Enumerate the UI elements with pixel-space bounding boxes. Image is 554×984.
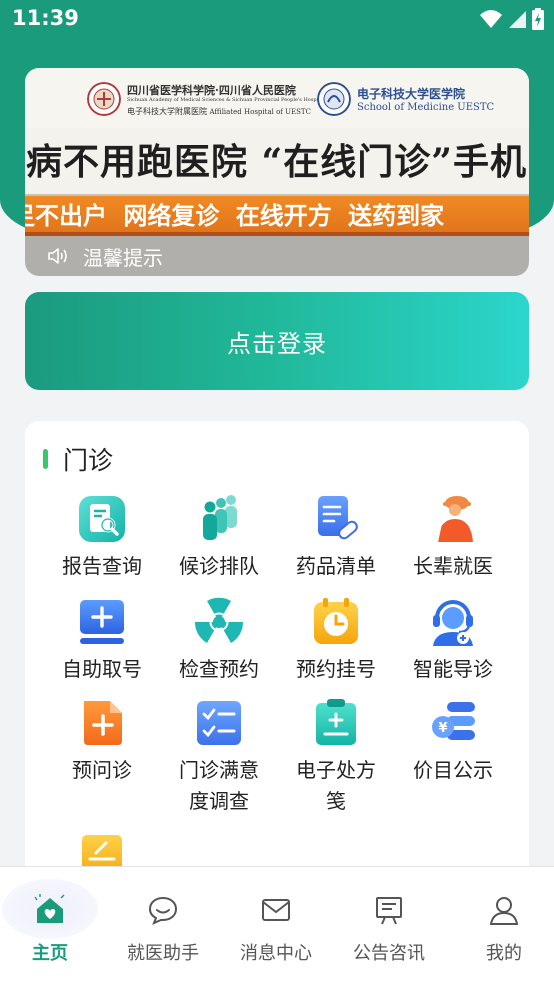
service-label: 自助取号 [62, 657, 142, 681]
banner-headline-wrap: 看病不用跑医院 “在线门诊”手机 [25, 132, 529, 192]
service-elder-care[interactable]: 长辈就医 [390, 493, 516, 582]
section-accent-bar [43, 449, 48, 469]
tab-label: 就医助手 [127, 943, 199, 964]
tab-message-center[interactable]: 消息中心 [221, 867, 331, 984]
tab-mine[interactable]: 我的 [449, 867, 554, 984]
outpatient-section: 门诊 报告查询 候诊排队 药品清单 长辈就医 自助取号 检查预约 预约挂号 智能… [25, 421, 529, 901]
service-label: 价目公示 [413, 758, 493, 782]
banner-notice-text: 温馨提示 [83, 245, 163, 270]
pre-consult-icon [84, 701, 122, 745]
service-medicine-list[interactable]: 药品清单 [273, 493, 399, 582]
battery-icon [532, 8, 544, 30]
service-report-query[interactable]: 报告查询 [39, 493, 165, 582]
university-logo-icon [317, 82, 351, 116]
service-smart-guide[interactable]: 智能导诊 [390, 596, 516, 685]
tab-medical-assistant[interactable]: 就医助手 [108, 867, 218, 984]
banner-institution-2: 电子科技大学附属医院 [127, 107, 207, 116]
tab-label: 我的 [486, 943, 522, 964]
banner-institution-3-en: School of Medicine UESTC [357, 102, 495, 113]
service-label: 长辈就医 [413, 554, 493, 578]
banner-notice-bar[interactable]: 温馨提示 [25, 236, 529, 276]
service-label: 电子处方笺 [296, 758, 376, 813]
bottom-navigation: 主页 就医助手 消息中心 公告咨讯 我的 [0, 866, 554, 984]
service-price-list[interactable]: ¥ 价目公示 [390, 697, 516, 786]
service-label: 候诊排队 [179, 554, 259, 578]
service-label: 预问诊 [72, 758, 132, 782]
elder-care-icon [435, 496, 473, 543]
login-button-label: 点击登录 [227, 329, 327, 358]
service-label: 报告查询 [62, 554, 142, 578]
speaker-icon [47, 246, 69, 266]
e-prescription-icon [316, 699, 356, 745]
promo-banner[interactable]: 四川省医学科学院·四川省人民医院 Sichuan Academy of Medi… [25, 68, 529, 276]
status-time: 11:39 [12, 6, 79, 30]
tab-label: 公告咨讯 [353, 943, 425, 964]
service-appointment-registration[interactable]: 预约挂号 [273, 596, 399, 685]
status-bar: 11:39 [0, 0, 554, 38]
service-exam-appointment[interactable]: 检查预约 [156, 596, 282, 685]
banner-institution-1-en: Sichuan Academy of Medical Sciences & Si… [127, 97, 325, 103]
price-list-icon: ¥ [432, 702, 475, 740]
tab-home[interactable]: 主页 [0, 867, 100, 984]
service-label: 门诊满意度调查 [179, 758, 259, 813]
chat-bubble-icon [148, 896, 178, 925]
banner-slogan-strip: 足不出户 网络复诊 在线开方 送药到家 [25, 194, 529, 236]
appointment-clock-icon [314, 598, 358, 644]
service-waiting-queue[interactable]: 候诊排队 [156, 493, 282, 582]
report-search-icon [79, 496, 125, 542]
status-icons [480, 8, 544, 30]
section-title: 门诊 [63, 446, 114, 475]
banner-institution-1: 四川省医学科学院·四川省人民医院 [127, 84, 296, 97]
user-profile-icon [489, 897, 519, 925]
login-button[interactable]: 点击登录 [25, 292, 529, 390]
service-pre-consultation[interactable]: 预问诊 [39, 697, 165, 786]
mail-icon [262, 899, 290, 921]
banner-institution-2-en: Affiliated Hospital of UESTC [209, 108, 311, 116]
announcement-board-icon [376, 897, 402, 925]
smart-guide-headset-icon [433, 600, 473, 646]
service-label: 药品清单 [296, 554, 376, 578]
banner-logo-row: 四川省医学科学院·四川省人民医院 Sichuan Academy of Medi… [25, 68, 529, 128]
home-heart-icon [34, 894, 65, 923]
radiation-exam-icon [194, 597, 244, 643]
queue-people-icon [203, 495, 237, 540]
banner-slogan: 足不出户 网络复诊 在线开方 送药到家 [25, 202, 445, 230]
service-self-ticket[interactable]: 自助取号 [39, 596, 165, 685]
tab-announcements[interactable]: 公告咨讯 [334, 867, 444, 984]
service-label: 检查预约 [179, 657, 259, 681]
banner-headline: 看病不用跑医院 “在线门诊”手机 [25, 141, 527, 183]
hospital-logo-icon [87, 82, 121, 116]
svg-text:¥: ¥ [438, 721, 447, 736]
cell-signal-icon [509, 11, 526, 28]
service-satisfaction-survey[interactable]: 门诊满意度调查 [156, 697, 282, 817]
survey-checklist-icon [197, 701, 241, 745]
service-e-prescription[interactable]: 电子处方笺 [273, 697, 399, 817]
home-screen: 11:39 四川省医学科学院·四川省人民医院 Sichuan Academy o… [0, 0, 554, 984]
service-label: 智能导诊 [413, 657, 493, 681]
tab-label: 消息中心 [240, 943, 312, 964]
tab-label: 主页 [32, 943, 68, 964]
banner-institution-3: 电子科技大学医学院 [357, 87, 466, 101]
self-ticket-icon [80, 600, 124, 644]
service-label: 预约挂号 [296, 657, 376, 681]
wifi-icon [480, 10, 502, 28]
medicine-list-icon [318, 496, 358, 540]
